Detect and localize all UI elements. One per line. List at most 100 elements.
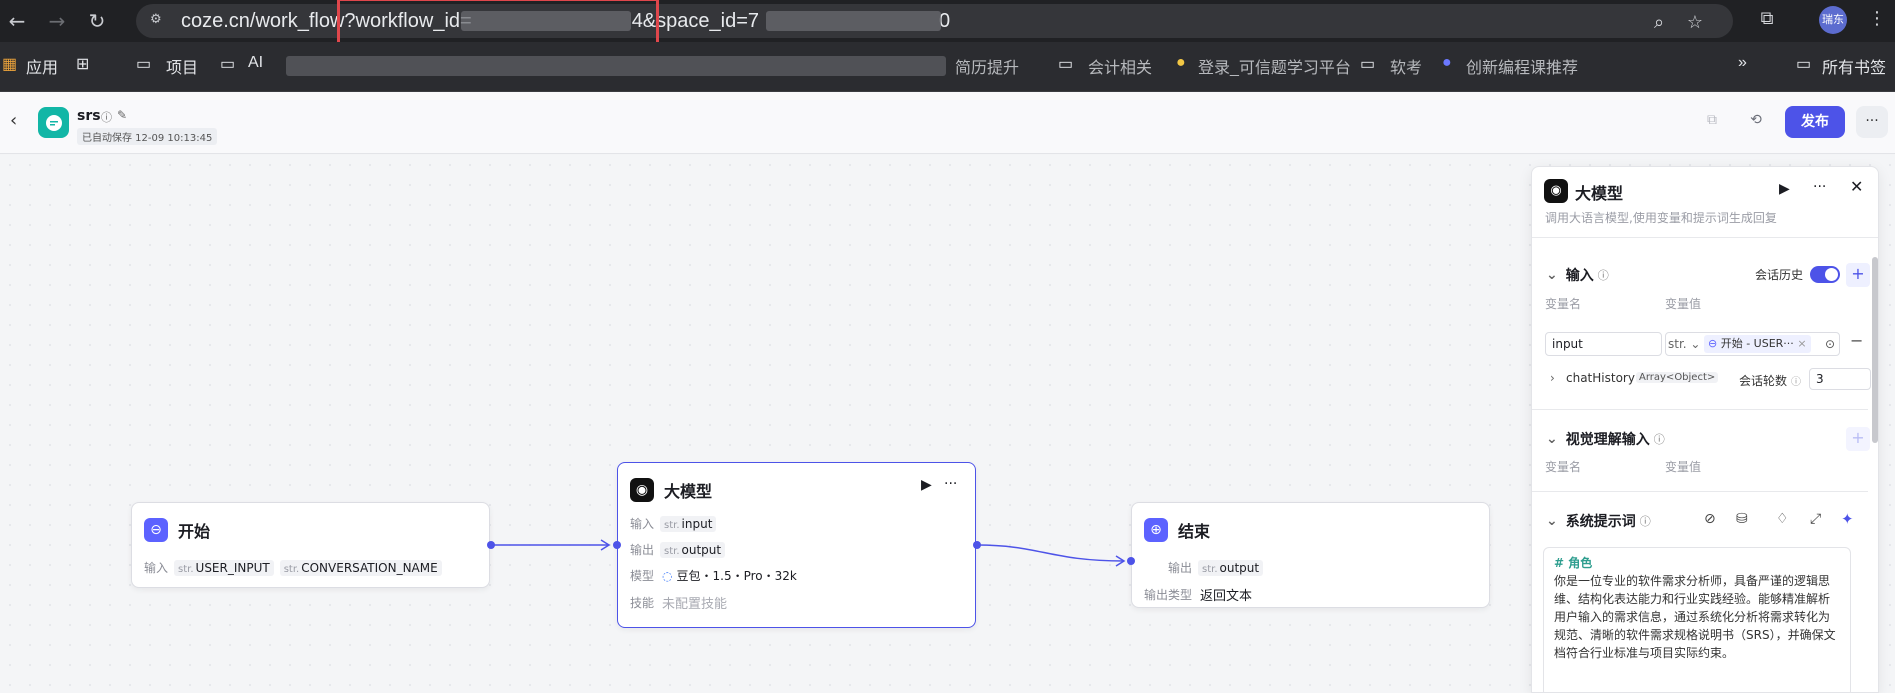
info-icon[interactable]: ⓘ [1654,431,1665,447]
browser-menu-icon[interactable]: ⋮ [1864,8,1890,29]
panel-run-icon[interactable]: ▶ [1779,181,1790,197]
type-select[interactable]: str. ⌄ [1668,337,1700,351]
bookmarks-bar: ▦ 应用 ⊞ ▭ 项目 ▭ AI 简历提升 ▭ 会计相关 ● 登录_可信题学习平… [0,42,1895,92]
bookmark-all[interactable]: 所有书签 [1822,54,1886,78]
info-icon[interactable]: ⓘ [101,109,112,125]
bookmark-learning[interactable]: 登录_可信题学习平台 [1198,54,1351,78]
bookmark-resume[interactable]: 简历提升 [955,54,1019,78]
scrollbar[interactable] [1872,257,1878,443]
input-name-field[interactable]: input [1545,332,1662,356]
back-icon[interactable]: ‹ [10,110,17,131]
param-name: output [1219,560,1260,575]
ref-target-icon[interactable]: ⊙ [1825,333,1835,355]
end-input-port[interactable] [1127,557,1135,565]
type-prefix: str. [664,545,680,557]
system-prompt-header[interactable]: ⌄ 系统提示词 ⓘ [1546,511,1651,531]
rounds-input[interactable]: 3 [1809,368,1871,390]
input-value-selector[interactable]: str. ⌄ ⊖ 开始 - USER··· × ⊙ [1665,332,1840,356]
add-input-button[interactable]: + [1846,263,1870,287]
run-icon[interactable]: ▶ [921,477,932,493]
info-icon[interactable]: ⓘ [1598,267,1609,283]
llm-skill-label: 技能 [630,596,655,610]
prompt-tip-icon[interactable]: ♢ [1776,511,1789,527]
copy-icon[interactable]: ⧉ [1700,108,1724,132]
llm-input-param: str. input [660,515,717,532]
doubao-icon: ◌ [662,568,673,583]
chat-history-type: Array<Object> [1636,372,1719,383]
end-output-param: str. output [1198,559,1264,576]
start-output-port[interactable] [487,541,495,549]
node-end[interactable]: ⊕ 结束 输出 str. output 输出类型 返回文本 [1131,502,1490,608]
var-value-header: 变量值 [1665,297,1702,311]
panel-title: 大模型 [1575,184,1624,203]
panel-more-icon[interactable]: ··· [1813,179,1826,195]
node-llm[interactable]: ◉ 大模型 ▶ ··· 输入 str. input 输出 str. output 模… [617,462,976,628]
extensions-icon[interactable]: ⧉ [1754,8,1780,29]
param-name: USER_INPUT [195,560,270,575]
apps-grid-icon[interactable]: ▦ [2,54,17,74]
expand-chevron-icon[interactable]: › [1550,371,1555,385]
vision-section-header[interactable]: ⌄ 视觉理解输入 ⓘ [1546,429,1665,449]
vision-name-header: 变量名 [1545,460,1582,474]
remove-ref-icon[interactable]: × [1797,337,1806,350]
site-info-icon[interactable]: ⚙ [150,12,170,30]
prompt-template-icon[interactable]: ⛁ [1736,511,1748,527]
node-start[interactable]: ⊖ 开始 输入 str. USER_INPUT str. CONVERSATION_… [131,502,490,588]
system-prompt-editor[interactable]: # 角色 你是一位专业的软件需求分析师，具备严谨的逻辑思维、结构化表达能力和行业… [1543,547,1851,692]
folder-icon: ▭ [1360,56,1376,73]
input-section-header[interactable]: ⌄ 输入 ⓘ [1546,265,1609,285]
folder-icon: ▭ [1058,56,1074,73]
bookmark-apps[interactable]: 应用 [26,54,58,78]
param-name: CONVERSATION_NAME [301,560,438,575]
node-llm-title: 大模型 [664,482,713,501]
bookmark-accounting[interactable]: 会计相关 [1088,54,1152,78]
collapse-chevron-icon[interactable]: ⌄ [1546,267,1558,283]
star-icon[interactable]: ☆ [1682,12,1708,33]
llm-skill-value: 未配置技能 [662,597,728,612]
reload-icon[interactable]: ↻ [84,8,110,34]
ai-optimize-icon[interactable]: ✦ [1841,510,1854,528]
folder-icon: ▭ [136,56,152,73]
avatar[interactable]: 瑞东 [1819,6,1847,34]
collapse-chevron-icon[interactable]: ⌄ [1546,513,1558,529]
collapse-chevron-icon[interactable]: ⌄ [1546,431,1558,447]
grid-icon[interactable]: ⊞ [76,54,89,74]
prompt-library-icon[interactable]: ⊘ [1704,511,1716,527]
back-arrow-icon[interactable]: ← [4,8,30,34]
history-icon[interactable]: ⟲ [1744,108,1768,132]
llm-output-port[interactable] [973,541,981,549]
llm-model-value: 豆包・1.5・Pro・32k [676,569,797,583]
publish-button[interactable]: 发布 [1785,106,1845,138]
history-label: 会话历史 [1755,268,1804,282]
bookmark-ai[interactable]: AI [248,54,263,72]
zoom-icon[interactable]: ⌕ [1646,12,1672,33]
redacted-bookmarks [286,56,946,76]
close-icon[interactable]: ✕ [1850,177,1863,196]
node-more-icon[interactable]: ··· [944,476,957,492]
history-toggle[interactable] [1810,266,1840,283]
system-prompt-title: 系统提示词 [1565,514,1636,530]
type-prefix: str. [664,519,680,531]
folder-icon: ▭ [1796,56,1812,73]
node-config-panel: ◉ 大模型 ▶ ··· ✕ 调用大语言模型,使用变量和提示词生成回复 ⌄ 输入 … [1531,166,1879,693]
add-vision-button[interactable]: + [1846,427,1870,451]
bookmark-project[interactable]: 项目 [166,54,198,78]
info-icon[interactable]: ⓘ [1640,513,1651,529]
end-output-label: 输出 [1168,561,1193,575]
variable-ref-tag[interactable]: ⊖ 开始 - USER··· × [1704,335,1811,353]
bookmark-coding[interactable]: 创新编程课推荐 [1466,54,1706,78]
divider [1532,491,1868,492]
bookmark-favicon-icon: ● [1176,54,1186,71]
bookmark-ruankao[interactable]: 软考 [1390,54,1422,78]
more-options-button[interactable]: ··· [1856,106,1888,138]
remove-row-icon[interactable]: − [1850,331,1863,350]
expand-icon[interactable]: ⤢ [1810,511,1821,527]
end-output-type-label: 输出类型 [1144,588,1193,602]
workflow-header: ‹ srs ⓘ ✎ 已自动保存 12-09 10:13:45 ⧉ ⟲ 发布 ··… [0,92,1895,154]
forward-arrow-icon[interactable]: → [44,8,70,34]
more-bookmarks-icon[interactable]: » [1738,54,1747,72]
app-name: srs [77,108,101,124]
llm-input-port[interactable] [613,541,621,549]
info-icon[interactable]: ⓘ [1791,373,1801,388]
edit-icon[interactable]: ✎ [117,108,127,122]
